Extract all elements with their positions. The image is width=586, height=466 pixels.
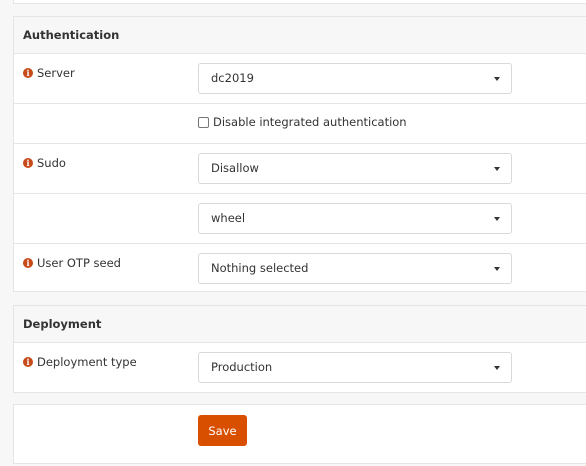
disable-auth-checkbox[interactable]: [198, 116, 209, 128]
authentication-panel: Authentication i Server dc2019 Disable i…: [13, 16, 586, 292]
caret-down-icon: [494, 167, 500, 171]
caret-down-icon: [494, 217, 500, 221]
sudo-row: i Sudo Disallow: [14, 144, 586, 194]
deployment-heading: Deployment: [14, 306, 586, 343]
sudo-select[interactable]: Disallow: [198, 153, 512, 184]
authentication-heading: Authentication: [14, 17, 586, 54]
deployment-type-label: i Deployment type: [23, 355, 137, 369]
server-label: i Server: [23, 66, 75, 80]
caret-down-icon: [494, 77, 500, 81]
deployment-type-row: i Deployment type Production: [14, 343, 586, 393]
save-button[interactable]: Save: [198, 415, 247, 446]
sudo-group-row: wheel: [14, 194, 586, 244]
previous-panel: [13, 0, 586, 4]
deployment-type-select-value: Production: [211, 360, 273, 374]
server-select-value: dc2019: [211, 71, 254, 85]
sudo-label: i Sudo: [23, 156, 66, 170]
server-select[interactable]: dc2019: [198, 63, 512, 94]
otp-row: i User OTP seed Nothing selected: [14, 244, 586, 294]
deployment-panel: Deployment i Deployment type Production: [13, 305, 586, 393]
disable-auth-option[interactable]: Disable integrated authentication: [198, 115, 407, 129]
info-circle-icon[interactable]: i: [23, 357, 33, 367]
otp-label: i User OTP seed: [23, 256, 121, 270]
disable-auth-label: Disable integrated authentication: [213, 115, 407, 129]
server-label-text: Server: [37, 66, 75, 80]
info-circle-icon[interactable]: i: [23, 258, 33, 268]
server-row: i Server dc2019: [14, 54, 586, 104]
sudo-select-value: Disallow: [211, 161, 259, 175]
otp-select-value: Nothing selected: [211, 261, 309, 275]
disable-auth-row: Disable integrated authentication: [14, 104, 586, 144]
otp-select[interactable]: Nothing selected: [198, 253, 512, 284]
sudo-group-select[interactable]: wheel: [198, 203, 512, 234]
deployment-type-label-text: Deployment type: [37, 355, 137, 369]
otp-label-text: User OTP seed: [37, 256, 121, 270]
caret-down-icon: [494, 366, 500, 370]
info-circle-icon[interactable]: i: [23, 158, 33, 168]
save-panel: Save: [13, 404, 586, 464]
info-circle-icon[interactable]: i: [23, 68, 33, 78]
caret-down-icon: [494, 267, 500, 271]
deployment-type-select[interactable]: Production: [198, 352, 512, 383]
sudo-label-text: Sudo: [37, 156, 66, 170]
sudo-group-select-value: wheel: [211, 211, 246, 225]
